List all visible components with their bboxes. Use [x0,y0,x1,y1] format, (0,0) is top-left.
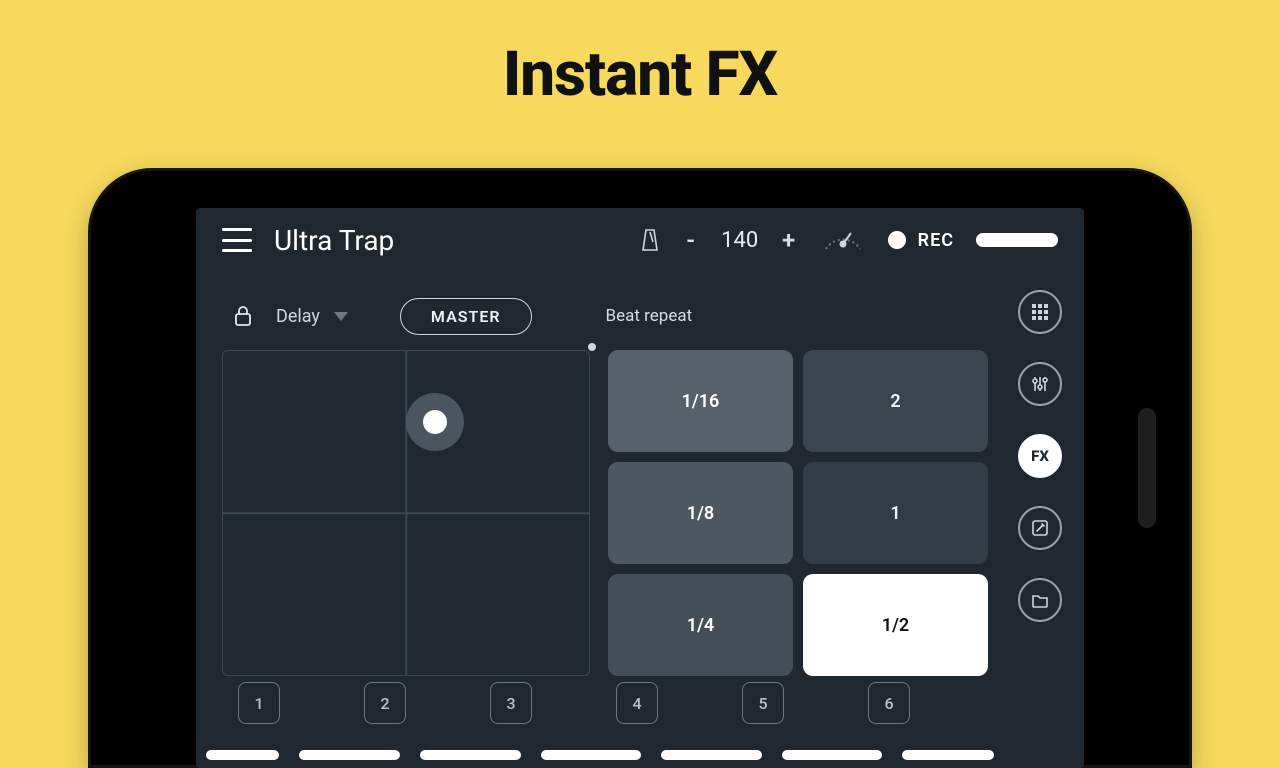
beat-cell-1-16[interactable]: 1/16 [608,350,793,452]
channel-button-3[interactable]: 3 [490,682,532,724]
master-button[interactable]: MASTER [400,298,532,335]
beat-cell-1-8[interactable]: 1/8 [608,462,793,564]
beat-cell-2[interactable]: 2 [803,350,988,452]
tempo-value[interactable]: 140 [718,228,762,253]
channel-button-5[interactable]: 5 [742,682,784,724]
metronome-icon[interactable] [640,228,660,252]
channel-button-4[interactable]: 4 [616,682,658,724]
channel-button-2[interactable]: 2 [364,682,406,724]
nav-pads-button[interactable] [1018,290,1062,334]
channel-level-4 [541,750,642,760]
nav-files-button[interactable] [1018,578,1062,622]
record-button[interactable]: REC [888,230,954,251]
app-screen: Ultra Trap - 140 + [196,208,1084,768]
channel-level-5 [661,750,762,760]
nav-mixer-button[interactable] [1018,362,1062,406]
nav-fx-button[interactable]: FX [1018,434,1062,478]
effect-name: Delay [276,306,320,327]
beat-repeat-grid: 1/16 2 1/8 1 1/4 1/2 [608,350,988,676]
phone-frame: Ultra Trap - 140 + [88,168,1192,768]
project-title: Ultra Trap [274,224,394,257]
beat-cell-1-2[interactable]: 1/2 [803,574,988,676]
right-nav: FX [1014,290,1066,622]
channel-level-3 [420,750,521,760]
phone-earpiece [1138,408,1156,528]
record-label: REC [918,230,954,251]
top-bar: Ultra Trap - 140 + [196,208,1084,272]
level-gauge-icon[interactable] [820,217,866,263]
beat-cell-1-4[interactable]: 1/4 [608,574,793,676]
chevron-down-icon [334,312,348,321]
tempo-control: - 140 + [682,226,798,254]
xy-pad[interactable] [222,350,590,676]
record-icon [888,231,906,249]
lock-icon[interactable] [234,305,252,327]
effect-dropdown[interactable]: Delay [276,306,348,327]
menu-icon[interactable] [222,228,252,252]
beat-repeat-label: Beat repeat [606,306,693,326]
fx-controls-row: Delay MASTER Beat repeat [234,294,994,338]
nav-edit-button[interactable] [1018,506,1062,550]
master-level-meter[interactable] [976,233,1058,247]
channel-level-2 [299,750,400,760]
channel-button-6[interactable]: 6 [868,682,910,724]
xy-pad-indicator [588,343,596,351]
channel-row: 1 2 3 4 5 6 [222,682,994,728]
tempo-plus-button[interactable]: + [780,226,798,254]
xy-pad-handle[interactable] [406,393,464,451]
channel-level-1 [206,750,279,760]
channel-level-6 [782,750,883,760]
tempo-minus-button[interactable]: - [682,226,700,254]
beat-cell-1[interactable]: 1 [803,462,988,564]
channel-level-bars [206,750,994,762]
channel-level-7 [902,750,994,760]
channel-button-1[interactable]: 1 [238,682,280,724]
hero-title: Instant FX [0,38,1280,111]
